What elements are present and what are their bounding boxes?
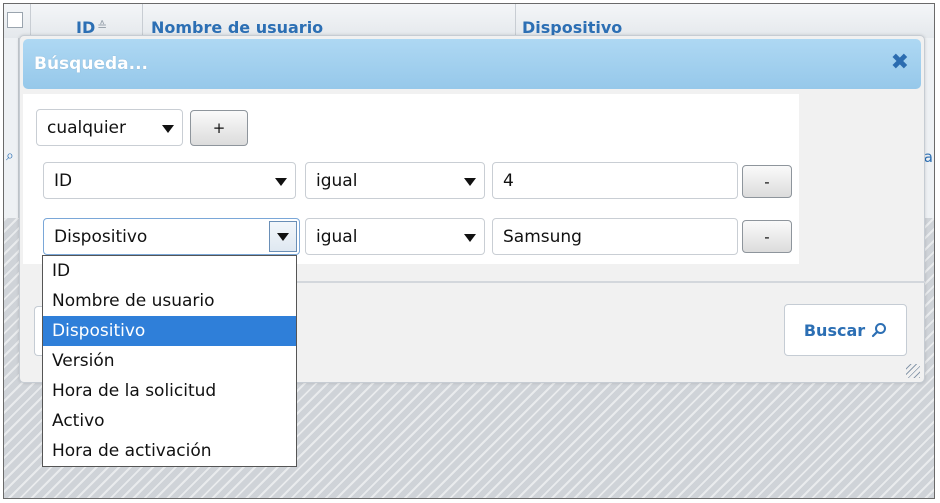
match-type-select[interactable]: cualquier xyxy=(36,109,183,146)
sort-asc-icon[interactable]: ≙ xyxy=(97,19,107,33)
column-divider xyxy=(30,4,31,38)
add-rule-button[interactable]: + xyxy=(190,110,248,146)
rule-1-value-text: 4 xyxy=(503,170,514,191)
dropdown-option[interactable]: Activo xyxy=(43,406,296,436)
dialog-title: Búsqueda... xyxy=(34,54,148,74)
dropdown-toggle[interactable] xyxy=(269,221,297,252)
grid-right-text: a xyxy=(923,148,933,166)
dropdown-option[interactable]: Hora de activación xyxy=(43,436,296,466)
rule-1-field-value: ID xyxy=(54,170,73,191)
search-icon: ⌕ xyxy=(6,148,14,164)
rule-2-field-value: Dispositivo xyxy=(54,226,148,247)
chevron-down-icon xyxy=(275,178,287,186)
field-dropdown-list: ID Nombre de usuario Dispositivo Versión… xyxy=(42,255,297,467)
rule-2-value-input[interactable]: Samsung xyxy=(492,218,738,255)
dropdown-option[interactable]: ID xyxy=(43,256,296,286)
chevron-down-icon xyxy=(277,233,289,241)
chevron-down-icon xyxy=(464,178,476,186)
rule-1-remove-button[interactable]: - xyxy=(742,165,792,198)
rule-2-value-text: Samsung xyxy=(503,226,582,247)
column-divider xyxy=(142,4,143,38)
close-icon[interactable]: ✖ xyxy=(891,52,909,74)
select-all-checkbox[interactable] xyxy=(7,12,23,28)
rule-1-operator-select[interactable]: igual xyxy=(305,162,485,199)
dropdown-option-selected[interactable]: Dispositivo xyxy=(43,316,296,346)
rule-2-remove-button[interactable]: - xyxy=(742,220,792,253)
resize-handle[interactable] xyxy=(906,364,920,378)
dropdown-option[interactable]: Nombre de usuario xyxy=(43,286,296,316)
rule-1-field-select[interactable]: ID xyxy=(43,162,296,199)
dropdown-option[interactable]: Versión xyxy=(43,346,296,376)
rule-1-operator-value: igual xyxy=(316,170,358,191)
search-icon xyxy=(872,323,887,338)
dropdown-option[interactable]: Hora de la solicitud xyxy=(43,376,296,406)
grid-header: ID ≙ Nombre de usuario Dispositivo xyxy=(4,4,934,39)
chevron-down-icon xyxy=(162,125,174,133)
chevron-down-icon xyxy=(464,234,476,242)
grid-left-strip: ⌕ xyxy=(4,38,19,218)
rule-2-field-select[interactable]: Dispositivo xyxy=(43,218,300,255)
match-type-value: cualquier xyxy=(47,117,126,138)
search-button[interactable]: Buscar xyxy=(784,304,907,356)
search-button-label: Buscar xyxy=(803,320,866,340)
dialog-titlebar[interactable]: Búsqueda... ✖ xyxy=(23,39,921,89)
rule-1-value-input[interactable]: 4 xyxy=(492,162,738,199)
rule-2-operator-value: igual xyxy=(316,226,358,247)
column-divider xyxy=(515,4,516,38)
rule-2-operator-select[interactable]: igual xyxy=(305,218,485,255)
